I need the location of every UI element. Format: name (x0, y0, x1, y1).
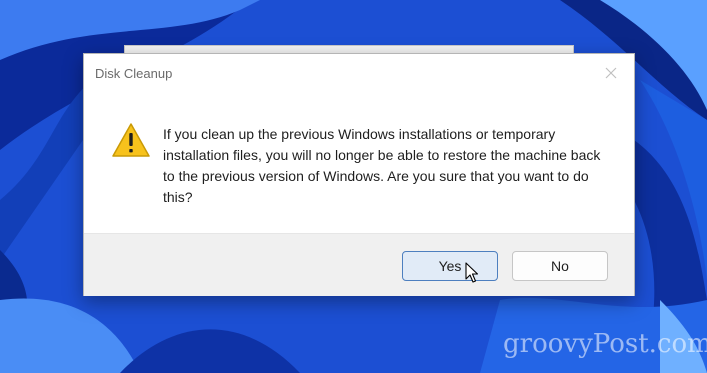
warning-icon (112, 123, 150, 157)
disk-cleanup-dialog: Disk Cleanup If you clean up the previou… (83, 53, 635, 296)
no-button[interactable]: No (512, 251, 608, 281)
close-button[interactable] (588, 54, 634, 92)
watermark: groovyPost.com (503, 329, 707, 359)
dialog-button-bar: Yes No (84, 233, 634, 296)
dialog-message: If you clean up the previous Windows ins… (163, 126, 601, 205)
mouse-cursor-icon (465, 262, 479, 283)
dialog-titlebar[interactable]: Disk Cleanup (84, 54, 634, 92)
yes-button[interactable]: Yes (402, 251, 498, 281)
dialog-title: Disk Cleanup (95, 66, 173, 81)
close-icon (605, 67, 617, 79)
